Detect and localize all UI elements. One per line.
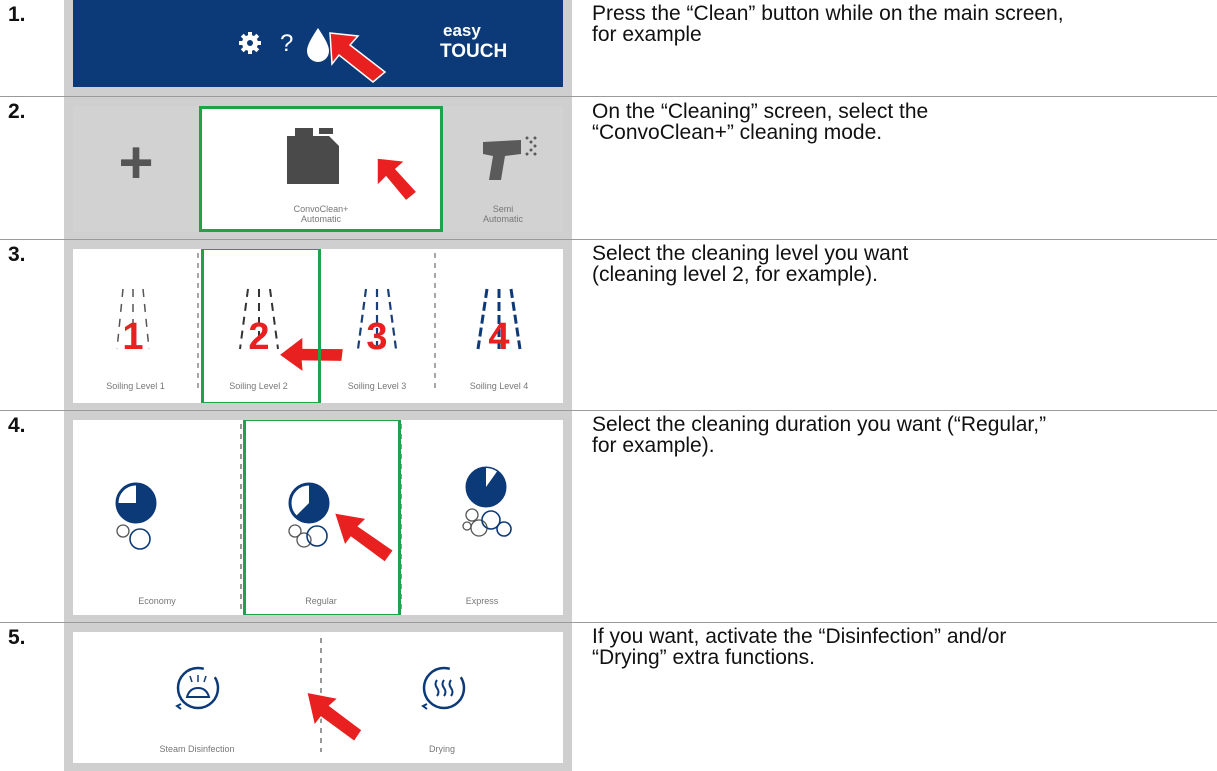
drying-option[interactable]: Drying [321,744,563,754]
step-number: 3. [8,243,26,266]
description-line: If you want, activate the “Disinfection”… [592,625,1007,648]
selection-frame [201,249,321,403]
header-icons: ? easy TOUCH [239,21,507,83]
express-option[interactable]: Express [401,596,563,606]
selection-frame [199,106,443,232]
add-button[interactable]: + [73,106,199,232]
step-4-screenshot: Economy Regular Express [64,411,572,622]
drying-icon [421,666,466,710]
pointer-arrow-icon [305,691,364,743]
step-description: If you want, activate the “Disinfection”… [592,626,1202,668]
pointer-arrow-icon [329,32,387,83]
soiling-level-3-option[interactable]: Soiling Level 3 [319,381,435,391]
step-number: 4. [8,414,26,437]
step-3-screenshot: 1 2 3 4 Soiling Level 1 Soiling Level 2 … [64,240,572,410]
easytouch-logo-bottom: TOUCH [440,41,507,62]
step-2: 2. + ConvoClean+ Automatic Semi Automati… [0,97,1217,239]
plus-icon: + [118,129,154,196]
steam-disinfection-icon [175,666,220,710]
level-digit: 3 [366,316,387,358]
step-5-screenshot: Steam Disinfection Drying [64,623,572,771]
level-digit: 4 [488,316,509,358]
soiling-level-panel: 1 2 3 4 Soiling Level 1 Soiling Level 2 … [73,249,563,403]
step-2-screenshot: + ConvoClean+ Automatic Semi Automatic [64,97,572,239]
easytouch-logo-top: easy [443,21,481,40]
semi-automatic-option[interactable]: Semi Automatic [443,106,563,232]
step-description: Press the “Clean” button while on the ma… [592,3,1202,45]
description-line: for example [592,23,702,46]
step-1-screenshot: ? easy TOUCH [64,0,572,96]
step-number: 1. [8,3,26,26]
selection-frame [243,420,401,615]
economy-timer-icon [115,482,157,550]
easytouch-header-bar: ? easy TOUCH [73,0,563,87]
step-description: Select the cleaning level you want (clea… [592,243,1202,285]
description-line: Press the “Clean” button while on the ma… [592,2,1064,25]
step-4: 4. Economy Regular Express Select the cl… [0,411,1217,622]
help-icon[interactable]: ? [280,30,293,57]
step-5: 5. Steam Disinfection Drying If you want… [0,623,1217,771]
soiling-level-4-option[interactable]: Soiling Level 4 [435,381,563,391]
level-digit: 1 [122,316,143,358]
step-description: Select the cleaning duration you want (“… [592,414,1202,456]
economy-option[interactable]: Economy [73,596,241,606]
description-line: Select the cleaning duration you want (“… [592,413,1047,436]
step-number: 2. [8,100,26,123]
clean-drop-icon[interactable] [307,28,329,62]
step-description: On the “Cleaning” screen, select the “Co… [592,101,1202,143]
description-line: On the “Cleaning” screen, select the [592,100,929,123]
cleaning-duration-panel: Economy Regular Express [73,420,563,615]
mode-label: Semi Automatic [482,204,524,224]
description-line: “ConvoClean+” cleaning mode. [592,121,883,144]
soiling-level-1-option[interactable]: Soiling Level 1 [73,381,198,391]
step-1: 1. ? easy TOUCH Press the “Clean” button… [0,0,1217,96]
gear-icon[interactable] [239,32,261,54]
description-line: (cleaning level 2, for example). [592,263,878,286]
step-number: 5. [8,626,26,649]
description-line: “Drying” extra functions. [592,646,815,669]
description-line: for example). [592,434,715,457]
description-line: Select the cleaning level you want [592,242,909,265]
express-timer-icon [462,466,512,537]
steam-disinfection-option[interactable]: Steam Disinfection [73,744,321,754]
extra-functions-panel: Steam Disinfection Drying [73,632,563,763]
step-3: 3. 1 2 3 4 Soiling Level 1 Soiling Level… [0,240,1217,410]
cleaning-mode-panel: + ConvoClean+ Automatic Semi Automatic [73,106,563,232]
